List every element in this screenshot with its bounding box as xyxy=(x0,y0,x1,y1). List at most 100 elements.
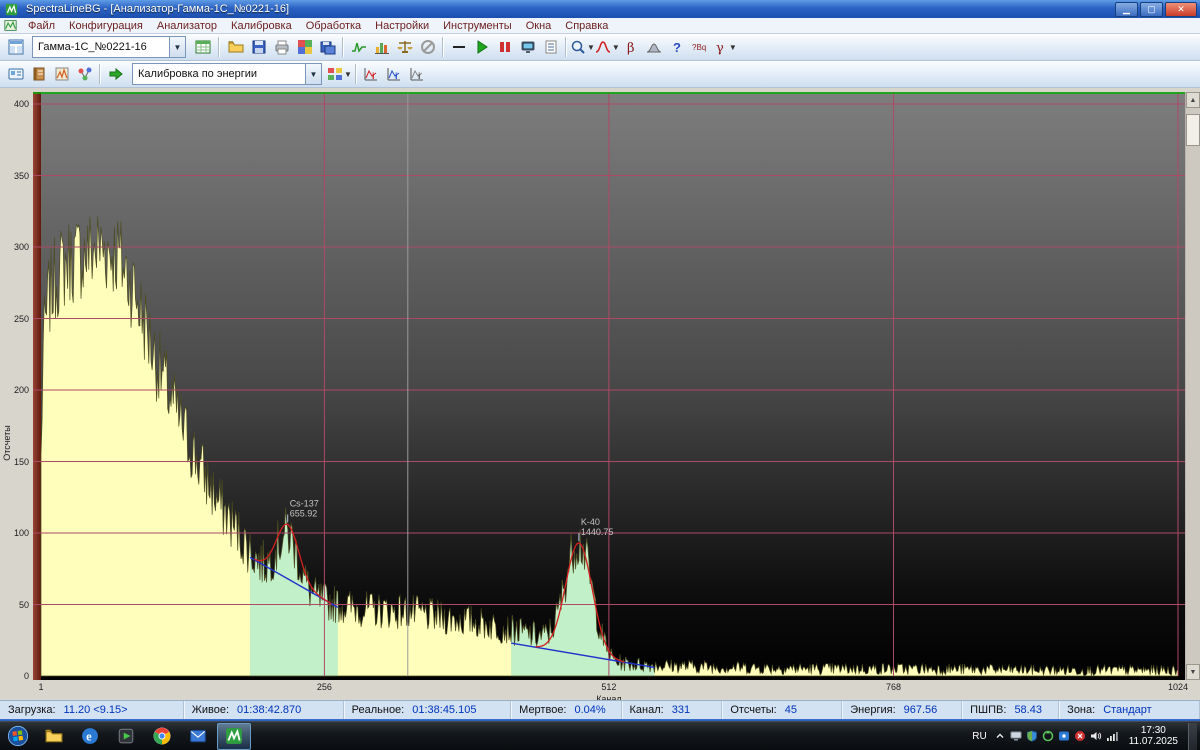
left-edge-marker xyxy=(33,92,41,680)
menu-bar: Файл Конфигурация Анализатор Калибровка … xyxy=(0,18,1200,34)
export-color-button[interactable] xyxy=(293,36,316,58)
menu-windows[interactable]: Окна xyxy=(519,20,559,32)
workspace-icon xyxy=(8,39,23,55)
zoom-icon xyxy=(571,40,585,54)
scroll-up-icon[interactable]: ▲ xyxy=(1186,92,1200,108)
error-tray-icon[interactable] xyxy=(1074,730,1087,743)
scales-icon xyxy=(397,41,412,53)
status-live-time: Живое: 01:38:42.870 xyxy=(184,701,344,719)
mail-taskbar-button[interactable] xyxy=(181,723,215,750)
calibration-selector[interactable]: Калибровка по энергии ▼ xyxy=(132,63,322,85)
spectrum-selector[interactable]: Гамма-1С_№0221-16 ▼ xyxy=(32,36,186,58)
clock[interactable]: 17:30 11.07.2025 xyxy=(1123,725,1184,747)
menu-help[interactable]: Справка xyxy=(558,20,615,32)
shield-tray-icon[interactable] xyxy=(1026,729,1039,743)
pause-icon xyxy=(499,42,510,52)
wave-icon xyxy=(351,42,366,53)
x-axis-tick-label: 256 xyxy=(316,682,332,692)
network-icon[interactable] xyxy=(1106,730,1119,743)
activity-bq-button[interactable]: ?Bq xyxy=(689,36,712,58)
chevron-down-icon[interactable]: ▼ xyxy=(612,43,620,52)
show-desktop-button[interactable] xyxy=(1188,722,1197,750)
nuclides-icon xyxy=(78,67,91,81)
hidden-icons-chevron[interactable] xyxy=(994,730,1007,743)
start-button[interactable] xyxy=(0,723,36,750)
spectrum-library-button[interactable] xyxy=(50,63,73,85)
protocol-button[interactable] xyxy=(539,36,562,58)
beta-analysis-button[interactable]: β xyxy=(620,36,643,58)
menu-configuration[interactable]: Конфигурация xyxy=(62,20,150,32)
apply-calibration-button[interactable] xyxy=(104,63,127,85)
workspace-button[interactable] xyxy=(4,36,27,58)
chevron-down-icon[interactable]: ▼ xyxy=(587,43,595,52)
spectraline-taskbar-button[interactable] xyxy=(217,722,251,750)
journal-button[interactable] xyxy=(27,63,50,85)
explorer-taskbar-button[interactable]: e xyxy=(73,723,107,750)
y-axis-tick-label: 400 xyxy=(13,99,29,109)
chevron-down-icon[interactable]: ▼ xyxy=(344,70,352,79)
toolbar-main: Гамма-1С_№0221-16 ▼ ▼ ▼ β? ?Bq γ ▼ xyxy=(0,34,1200,61)
display-tray-icon[interactable] xyxy=(1010,730,1023,743)
print-button[interactable] xyxy=(270,36,293,58)
chrome-taskbar-button[interactable] xyxy=(145,723,179,750)
save-spectrum-button[interactable] xyxy=(247,36,270,58)
identify-button[interactable]: ? xyxy=(666,36,689,58)
minimize-button[interactable]: ▁ xyxy=(1115,1,1138,17)
peak-search-button[interactable]: ▼ xyxy=(595,36,620,58)
peak-icon xyxy=(595,41,611,53)
chart-area: Cs-137 655.92 K-40 1440.75 Отсчеты Канал ▲ … xyxy=(0,88,1200,700)
chart1-icon: i xyxy=(364,68,378,81)
spectra-table-button[interactable] xyxy=(191,36,214,58)
zoom-button[interactable]: ▼ xyxy=(570,36,595,58)
scroll-down-icon[interactable]: ▼ xyxy=(1186,664,1200,680)
menu-tools[interactable]: Инструменты xyxy=(436,20,519,32)
maximize-button[interactable]: ▢ xyxy=(1140,1,1163,17)
menu-file[interactable]: Файл xyxy=(21,20,62,32)
volume-icon[interactable] xyxy=(1090,730,1103,743)
start-acquisition-button[interactable] xyxy=(470,36,493,58)
baseline-tool-button[interactable] xyxy=(447,36,470,58)
detector-monitor-button[interactable] xyxy=(516,36,539,58)
open-spectrum-button[interactable] xyxy=(224,36,247,58)
svg-text:e: e xyxy=(86,730,92,744)
folder-taskbar-button[interactable] xyxy=(37,723,71,750)
vertical-scrollbar[interactable]: ▲ ▼ xyxy=(1185,92,1200,680)
menu-settings[interactable]: Настройки xyxy=(368,20,436,32)
smoothing-button[interactable] xyxy=(347,36,370,58)
status-fwhm: ПШПВ: 58.43 xyxy=(962,701,1060,719)
peak-info-button[interactable]: i xyxy=(383,63,406,85)
folder-icon xyxy=(45,729,63,743)
media-player-taskbar-button[interactable] xyxy=(109,723,143,750)
spectrum-info-button[interactable]: i xyxy=(360,63,383,85)
chevron-down-icon[interactable]: ▼ xyxy=(169,37,185,57)
menu-processing[interactable]: Обработка xyxy=(299,20,368,32)
save-all-button[interactable] xyxy=(316,36,339,58)
gamma-analysis-button[interactable]: γ ▼ xyxy=(712,36,737,58)
y-axis-tick-label: 200 xyxy=(13,385,29,395)
efficiency-button[interactable] xyxy=(393,36,416,58)
update-tray-icon[interactable] xyxy=(1042,730,1055,743)
menu-analyzer[interactable]: Анализатор xyxy=(150,20,224,32)
report-info-button[interactable]: i xyxy=(406,63,429,85)
area-calc-button[interactable] xyxy=(643,36,666,58)
window-title: SpectraLineBG - [Анализатор-Гамма-1С_№02… xyxy=(26,3,290,15)
svg-text:i: i xyxy=(372,71,375,81)
chevron-down-icon[interactable]: ▼ xyxy=(305,64,321,84)
toolbar-separator xyxy=(342,37,344,57)
messenger-tray-icon[interactable] xyxy=(1058,730,1071,743)
scrollbar-thumb[interactable] xyxy=(1186,114,1200,146)
language-indicator[interactable]: RU xyxy=(969,731,989,742)
pause-acquisition-button[interactable] xyxy=(493,36,516,58)
histogram-button[interactable] xyxy=(370,36,393,58)
nuclide-library-button[interactable] xyxy=(73,63,96,85)
chevron-down-icon[interactable]: ▼ xyxy=(729,43,737,52)
clock-date: 11.07.2025 xyxy=(1128,736,1178,747)
minus-icon xyxy=(452,46,465,48)
menu-calibration[interactable]: Калибровка xyxy=(224,20,299,32)
calibration-id-button[interactable] xyxy=(4,63,27,85)
clear-button[interactable] xyxy=(416,36,439,58)
close-button[interactable]: ✕ xyxy=(1165,1,1197,17)
disabled-icon xyxy=(420,40,435,54)
spectrum-plot[interactable]: Cs-137655.92 K-401440.75 xyxy=(33,92,1186,680)
view-options-button[interactable]: ▼ xyxy=(327,63,352,85)
